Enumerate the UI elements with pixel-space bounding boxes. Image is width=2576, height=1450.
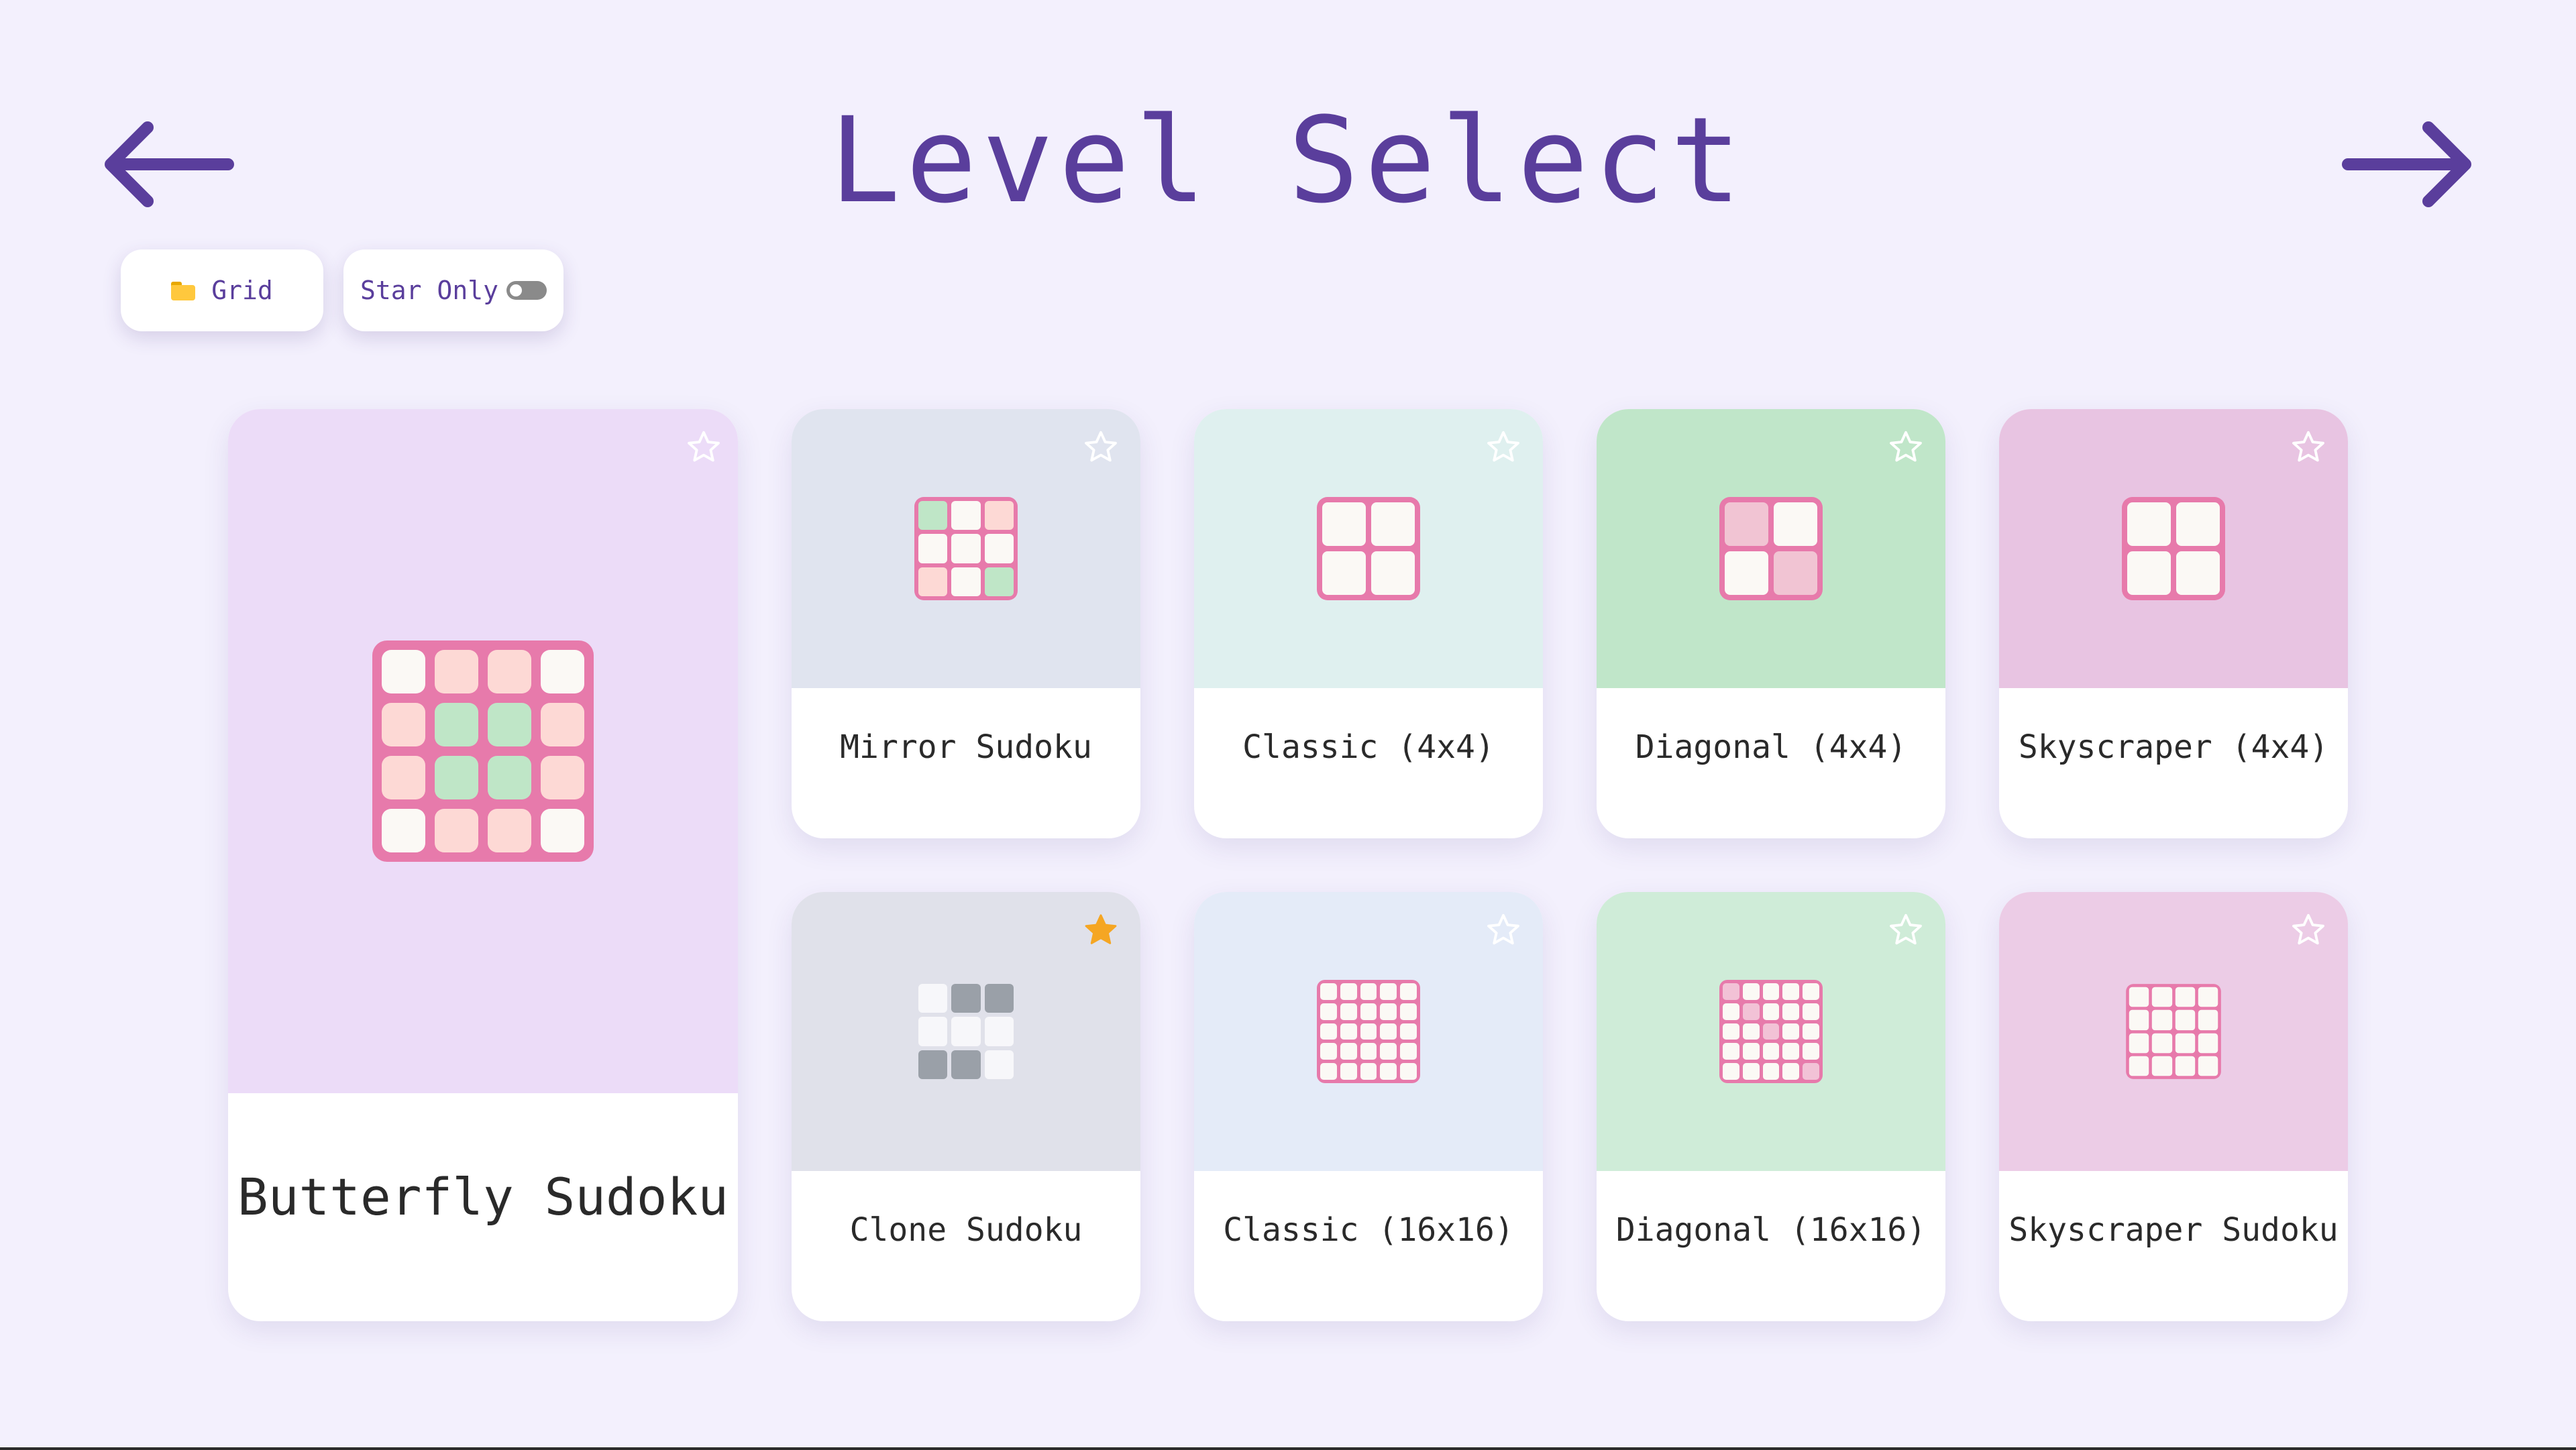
level-name: Diagonal (16x16) xyxy=(1615,1211,1927,1249)
level-name: Diagonal (4x4) xyxy=(1635,728,1907,766)
diagonal-16x16-grid-icon xyxy=(1719,980,1823,1083)
favorite-star-icon[interactable] xyxy=(1484,428,1523,467)
level-name: Butterfly Sudoku xyxy=(237,1167,729,1227)
favorite-star-icon[interactable] xyxy=(1886,911,1925,950)
skyscraper-sudoku-grid-icon xyxy=(2126,984,2221,1079)
classic-16x16-grid-icon xyxy=(1317,980,1420,1083)
favorite-star-icon[interactable] xyxy=(1886,428,1925,467)
level-card-skyscraper-sudoku[interactable]: Skyscraper Sudoku xyxy=(1999,892,2348,1321)
favorite-star-icon[interactable] xyxy=(2289,428,2328,467)
level-card-skyscraper-4x4[interactable]: Skyscraper (4x4) xyxy=(1999,409,2348,838)
grid-view-button[interactable]: Grid xyxy=(121,249,323,331)
level-name: Classic (16x16) xyxy=(1223,1211,1514,1249)
level-card-mirror-sudoku[interactable]: Mirror Sudoku xyxy=(792,409,1140,838)
level-name: Clone Sudoku xyxy=(849,1211,1083,1249)
diagonal-4x4-grid-icon xyxy=(1719,497,1823,600)
level-name: Skyscraper Sudoku xyxy=(2008,1211,2339,1249)
favorite-star-icon[interactable] xyxy=(1081,911,1120,950)
level-card-classic-4x4[interactable]: Classic (4x4) xyxy=(1194,409,1543,838)
bottom-edge xyxy=(0,1447,2576,1450)
level-card-diagonal-4x4[interactable]: Diagonal (4x4) xyxy=(1597,409,1945,838)
level-name: Classic (4x4) xyxy=(1242,728,1495,766)
favorite-star-icon[interactable] xyxy=(1484,911,1523,950)
classic-4x4-grid-icon xyxy=(1317,497,1420,600)
grid-view-label: Grid xyxy=(211,276,273,305)
page-title: Level Select xyxy=(829,92,1747,229)
favorite-star-icon[interactable] xyxy=(1081,428,1120,467)
clone-sudoku-grid-icon xyxy=(914,980,1018,1083)
star-only-filter-button[interactable]: Star Only xyxy=(343,249,564,331)
butterfly-sudoku-grid-icon xyxy=(372,640,594,862)
star-only-label: Star Only xyxy=(360,276,498,305)
level-name: Mirror Sudoku xyxy=(840,728,1092,766)
level-card-butterfly-sudoku[interactable]: Butterfly Sudoku xyxy=(228,409,738,1321)
level-card-diagonal-16x16[interactable]: Diagonal (16x16) xyxy=(1597,892,1945,1321)
mirror-sudoku-grid-icon xyxy=(914,497,1018,600)
skyscraper-4x4-grid-icon xyxy=(2122,497,2225,600)
favorite-star-icon[interactable] xyxy=(684,428,723,467)
level-card-clone-sudoku[interactable]: Clone Sudoku xyxy=(792,892,1140,1321)
level-card-classic-16x16[interactable]: Classic (16x16) xyxy=(1194,892,1543,1321)
folder-icon xyxy=(171,280,196,300)
favorite-star-icon[interactable] xyxy=(2289,911,2328,950)
next-arrow-button[interactable] xyxy=(2334,111,2482,218)
level-name: Skyscraper (4x4) xyxy=(2018,728,2329,766)
star-only-toggle[interactable] xyxy=(506,281,547,300)
arrow-right-icon xyxy=(2342,121,2471,207)
